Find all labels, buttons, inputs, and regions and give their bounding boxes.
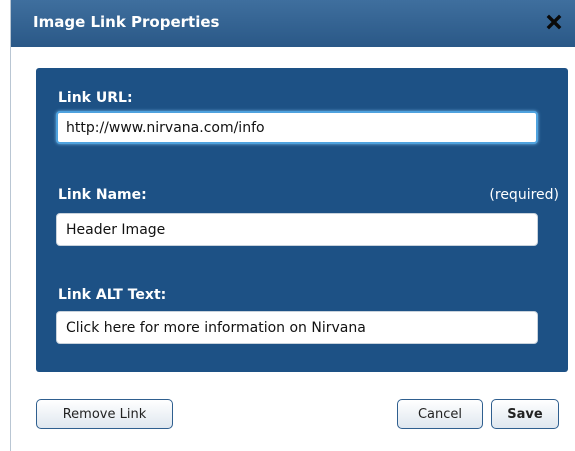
link-url-label: Link URL: (58, 90, 133, 106)
cancel-button[interactable]: Cancel (397, 399, 483, 429)
close-icon-glyph (546, 14, 562, 30)
remove-link-button[interactable]: Remove Link (36, 399, 173, 429)
required-note: (required) (489, 187, 559, 203)
link-alt-text-input[interactable] (56, 311, 538, 344)
save-button[interactable]: Save (491, 399, 559, 429)
link-url-input[interactable] (56, 111, 538, 144)
link-name-input[interactable] (56, 213, 538, 246)
image-link-properties-dialog: Image Link Properties Link URL: Link Nam… (10, 0, 575, 451)
link-name-label: Link Name: (58, 187, 147, 203)
link-properties-panel: Link URL: Link Name: (required) Link ALT… (36, 68, 568, 372)
dialog-titlebar[interactable]: Image Link Properties (11, 0, 575, 47)
close-icon[interactable] (543, 11, 565, 33)
link-alt-text-label: Link ALT Text: (58, 287, 167, 303)
dialog-title: Image Link Properties (33, 13, 220, 31)
